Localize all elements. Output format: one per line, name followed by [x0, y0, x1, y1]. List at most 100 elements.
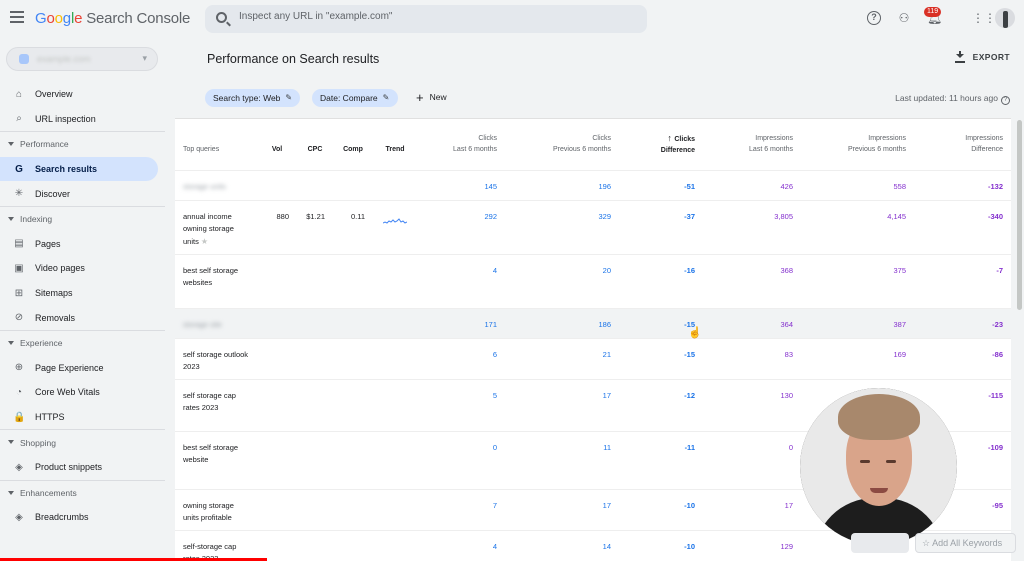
clicks-last-cell: 0 [417, 430, 505, 489]
table-scrollbar[interactable] [1017, 120, 1022, 310]
help-circle-icon[interactable]: ? [1001, 96, 1010, 105]
column-header-metric: Clicks [478, 135, 497, 143]
vol-cell [257, 488, 297, 530]
column-header[interactable]: Impressions Last 6 months [703, 119, 801, 170]
column-header[interactable]: Impressions Difference [914, 119, 1011, 170]
query-text[interactable]: storage units [183, 182, 226, 191]
sidebar: example.com ▾ ⌂ Overview ⌕ URL inspection Pe… [0, 38, 165, 561]
clicks-prev-cell: 17 [505, 488, 619, 530]
property-label: example.com [37, 54, 91, 64]
comp-cell [333, 253, 373, 308]
vol-cell [257, 253, 297, 308]
column-header[interactable]: Clicks Previous 6 months [505, 119, 619, 170]
column-header[interactable]: Trend [373, 119, 417, 170]
filter-chip-date[interactable]: Date: Compare ✎ [312, 89, 398, 107]
sidebar-item-video-pages[interactable]: ▣ Video pages [0, 256, 158, 281]
column-header[interactable]: Comp [333, 119, 373, 170]
star-icon[interactable]: ★ [201, 237, 208, 246]
add-all-keywords-button[interactable]: ☆ Add All Keywords [915, 533, 1016, 553]
sidebar-item-pages[interactable]: ▤ Pages [0, 232, 158, 257]
query-text[interactable]: self storage outlook 2023 [183, 350, 248, 372]
table-row[interactable]: self storage outlook 2023 6 21 -15 83 169 -86 [175, 337, 1011, 379]
column-header[interactable]: ↑ Clicks Difference [619, 119, 703, 170]
table-row[interactable]: annual income owning storage units ★ 880 $1… [175, 199, 1011, 254]
column-header[interactable]: Top queries [175, 119, 257, 170]
clicks-diff-cell: -10 [619, 529, 703, 561]
sidebar-item-breadcrumbs[interactable]: ◈ Breadcrumbs [0, 505, 158, 530]
help-icon[interactable]: ? [867, 11, 881, 25]
column-header[interactable]: CPC [297, 119, 333, 170]
users-settings-icon[interactable]: ⚇ [897, 11, 911, 25]
sidebar-item-label: Core Web Vitals [35, 387, 100, 398]
query-text[interactable]: best self storage websites [183, 266, 238, 288]
sidebar-item-https[interactable]: 🔒 HTTPS [0, 405, 158, 430]
clicks-last-cell: 7 [417, 488, 505, 530]
sidebar-section-indexing[interactable]: Indexing [0, 207, 165, 232]
sidebar-item-discover[interactable]: ✳ Discover [0, 181, 158, 206]
clicks-prev-cell: 14 [505, 529, 619, 561]
apps-grid-icon[interactable]: ⋮⋮ [972, 11, 996, 25]
sidebar-item-label: Overview [35, 89, 73, 100]
cpc-cell [297, 307, 333, 338]
comp-cell [333, 378, 373, 431]
impressions-last-cell: 129 [703, 529, 801, 561]
trend-cell [373, 199, 417, 254]
search-console-logo[interactable]: Google Search Console [35, 10, 190, 27]
column-header-label: Comp [343, 146, 363, 154]
trend-cell [373, 378, 417, 431]
column-header[interactable]: Vol [257, 119, 297, 170]
query-text[interactable]: annual income owning storage units [183, 212, 234, 246]
column-header[interactable]: Clicks Last 6 months [417, 119, 505, 170]
video-icon: ▣ [14, 262, 24, 274]
query-text[interactable]: owning storage units profitable [183, 501, 234, 523]
query-text[interactable]: self storage cap rates 2023 [183, 391, 236, 413]
comp-cell [333, 169, 373, 200]
sidebar-item-search-results[interactable]: G Search results [0, 156, 158, 182]
export-button[interactable]: EXPORT [954, 51, 1010, 63]
trend-cell [373, 430, 417, 489]
column-header-label: Last 6 months [453, 146, 497, 154]
plus-icon: + [416, 90, 424, 105]
impressions-last-cell: 130 [703, 378, 801, 431]
column-header-metric: Clicks [674, 135, 695, 143]
cpc-cell [297, 529, 333, 561]
lock-icon: 🔒 [13, 411, 26, 423]
menu-icon[interactable] [10, 11, 24, 23]
table-row[interactable]: best self storage websites 4 20 -16 368 375 -7 [175, 253, 1011, 308]
avatar[interactable] [995, 8, 1015, 28]
impressions-last-cell: 0 [703, 430, 801, 489]
column-header[interactable]: Impressions Previous 6 months [801, 119, 914, 170]
vol-cell [257, 529, 297, 561]
sidebar-section-enhancements[interactable]: Enhancements [0, 481, 165, 506]
table-row[interactable]: storage site 171 186 -15 364 387 -23 [175, 307, 1011, 338]
table-row[interactable]: storage units 145 196 -51 426 558 -132 [175, 169, 1011, 200]
sidebar-item-product-snippets[interactable]: ◈ Product snippets [0, 455, 158, 480]
clicks-diff-cell: -11 [619, 430, 703, 489]
search-input[interactable] [239, 11, 619, 22]
property-selector[interactable]: example.com ▾ [6, 47, 158, 71]
url-inspection-search[interactable] [205, 5, 647, 33]
sidebar-item-sitemaps[interactable]: ⊞ Sitemaps [0, 281, 158, 306]
sidebar-section-performance[interactable]: Performance [0, 132, 165, 157]
sidebar-item-overview[interactable]: ⌂ Overview [0, 82, 158, 107]
gauge-icon: ◔ [15, 386, 23, 398]
sidebar-item-page-experience[interactable]: ⊕ Page Experience [0, 356, 158, 381]
sidebar-item-label: Removals [35, 312, 76, 323]
sidebar-item-url-inspection[interactable]: ⌕ URL inspection [0, 107, 158, 132]
export-small-button[interactable] [851, 533, 909, 553]
new-filter-button[interactable]: + New [416, 90, 447, 105]
clicks-diff-cell: -12 [619, 378, 703, 431]
column-header-label: CPC [307, 146, 323, 154]
search-icon [216, 12, 227, 23]
impressions-diff-cell: -23 [914, 307, 1011, 338]
sidebar-section-experience[interactable]: Experience [0, 331, 165, 356]
query-text[interactable]: best self storage website [183, 443, 238, 465]
vol-cell [257, 430, 297, 489]
sidebar-item-removals[interactable]: ⊘ Removals [0, 305, 158, 330]
query-text[interactable]: storage site [183, 320, 222, 329]
sidebar-section-shopping[interactable]: Shopping [0, 430, 165, 455]
comp-cell: 0.11 [333, 199, 373, 254]
sidebar-item-core-web-vitals[interactable]: ◔ Core Web Vitals [0, 380, 158, 405]
sidebar-item-label: Discover [35, 188, 71, 199]
filter-chip-search-type[interactable]: Search type: Web ✎ [205, 89, 301, 107]
